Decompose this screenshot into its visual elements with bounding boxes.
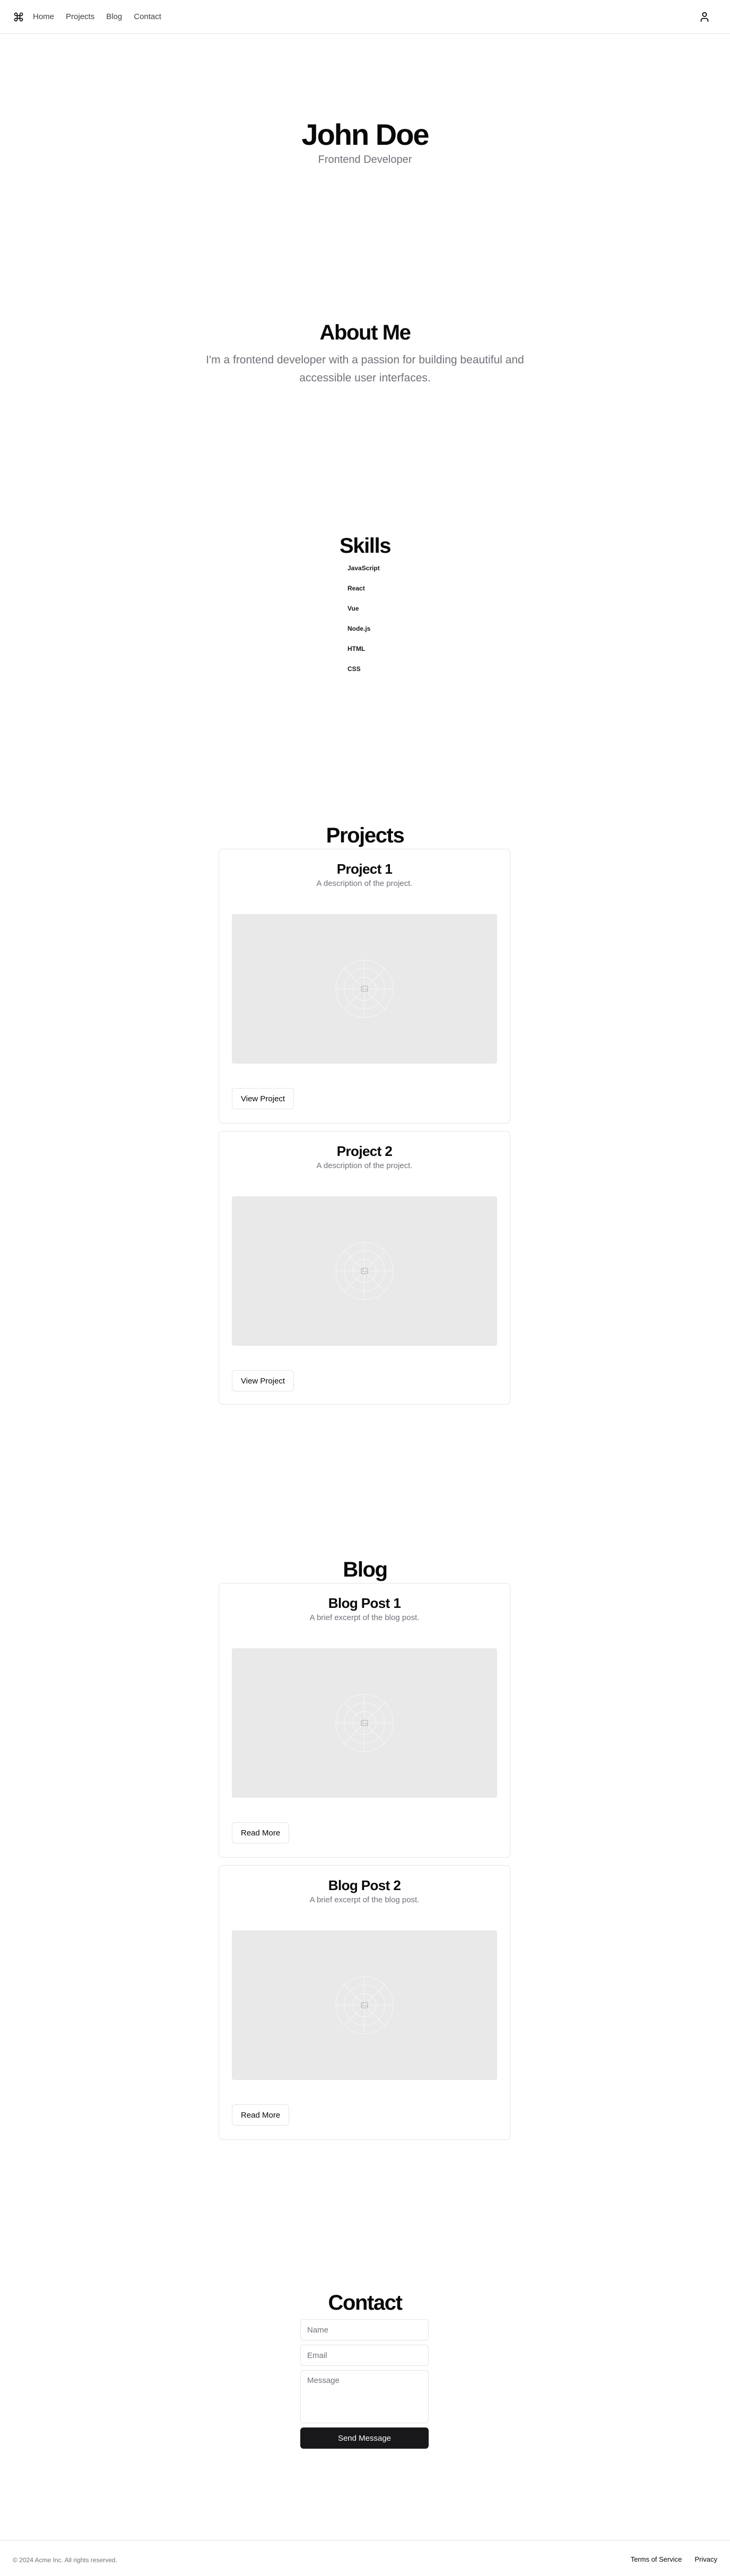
project-title: Project 2 — [336, 1143, 393, 1159]
blog-post-title: Blog Post 2 — [328, 1877, 401, 1893]
blog-post-excerpt: A brief excerpt of the blog post. — [309, 1613, 420, 1622]
skills-list: JavaScript React Vue Node.js HTML CSS — [0, 558, 730, 679]
read-more-button[interactable]: Read More — [232, 2104, 290, 2126]
project-card: Project 1 A description of the project. … — [219, 849, 510, 1124]
nav-contact[interactable]: Contact — [134, 12, 161, 21]
site-footer: © 2024 Acme Inc. All rights reserved. Te… — [0, 2540, 730, 2576]
projects-section: Projects — [0, 823, 730, 848]
name-input[interactable] — [300, 2319, 429, 2340]
image-placeholder-icon — [335, 1694, 394, 1752]
view-project-button[interactable]: View Project — [232, 1088, 294, 1109]
terms-link[interactable]: Terms of Service — [631, 2555, 682, 2563]
project-description: A description of the project. — [316, 879, 413, 888]
skill-item: Vue — [347, 605, 359, 612]
blog-card: Blog Post 1 A brief excerpt of the blog … — [219, 1583, 510, 1858]
hero-name: John Doe — [301, 118, 429, 151]
about-title: About Me — [319, 321, 411, 344]
privacy-link[interactable]: Privacy — [694, 2555, 717, 2563]
nav-blog[interactable]: Blog — [106, 12, 122, 21]
skill-item: HTML — [347, 645, 366, 652]
project-card: Project 2 A description of the project. … — [219, 1131, 510, 1405]
skill-item: React — [347, 585, 365, 592]
blog-section: Blog — [0, 1557, 730, 1582]
skill-item: JavaScript — [347, 564, 380, 572]
site-header: Home Projects Blog Contact — [0, 0, 730, 34]
blog-post-image — [232, 1930, 497, 2080]
nav-home[interactable]: Home — [33, 12, 54, 21]
footer-links: Terms of Service Privacy — [631, 2555, 717, 2563]
view-project-button[interactable]: View Project — [232, 1370, 294, 1391]
skill-item: CSS — [347, 665, 361, 673]
nav-projects[interactable]: Projects — [66, 12, 94, 21]
image-placeholder-icon — [335, 960, 394, 1018]
contact-title: Contact — [328, 2291, 402, 2314]
send-message-button[interactable]: Send Message — [300, 2427, 429, 2449]
about-section: About Me I'm a frontend developer with a… — [0, 320, 730, 387]
blog-post-title: Blog Post 1 — [328, 1595, 401, 1611]
user-icon[interactable] — [698, 11, 711, 23]
contact-section: Contact — [0, 2291, 730, 2315]
project-description: A description of the project. — [316, 1161, 413, 1170]
blog-post-image — [232, 1648, 497, 1798]
image-placeholder-icon — [335, 1242, 394, 1300]
message-textarea[interactable] — [300, 2370, 429, 2423]
hero-role: Frontend Developer — [318, 154, 412, 166]
hero-section: John Doe Frontend Developer — [0, 119, 730, 166]
skills-title: Skills — [339, 534, 392, 558]
project-image — [232, 914, 497, 1064]
copyright-text: © 2024 Acme Inc. All rights reserved. — [13, 2556, 117, 2564]
read-more-button[interactable]: Read More — [232, 1822, 290, 1843]
projects-title: Projects — [326, 824, 405, 847]
email-input[interactable] — [300, 2345, 429, 2366]
blog-post-excerpt: A brief excerpt of the blog post. — [309, 1895, 420, 1904]
blog-card: Blog Post 2 A brief excerpt of the blog … — [219, 1865, 510, 2140]
image-placeholder-icon — [335, 1976, 394, 2034]
contact-form: Send Message — [300, 2319, 429, 2449]
main-nav: Home Projects Blog Contact — [33, 12, 161, 21]
about-text: I'm a frontend developer with a passion … — [206, 354, 524, 384]
project-title: Project 1 — [336, 861, 393, 877]
blog-title: Blog — [343, 1558, 388, 1581]
project-image — [232, 1196, 497, 1346]
skill-item: Node.js — [347, 625, 371, 632]
command-icon[interactable] — [13, 11, 24, 23]
skills-section: Skills JavaScript React Vue Node.js HTML… — [0, 534, 730, 679]
